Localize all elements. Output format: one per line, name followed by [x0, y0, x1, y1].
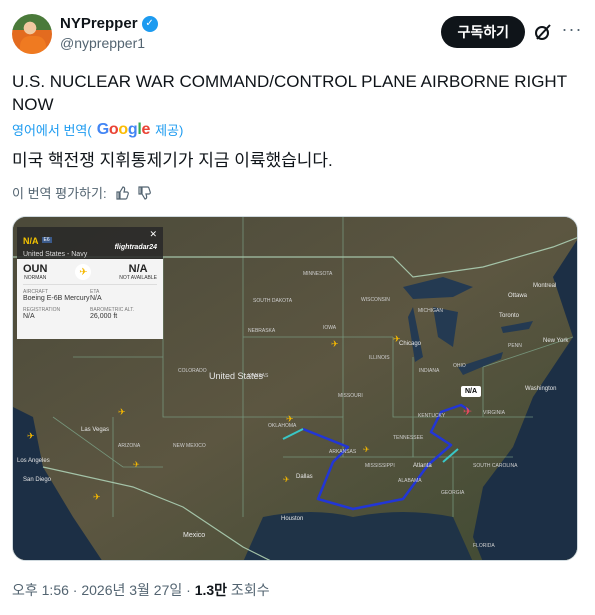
grok-icon[interactable]: [533, 22, 553, 42]
label-mexico: Mexico: [183, 532, 205, 539]
rate-label: 이 번역 평가하기:: [12, 186, 107, 201]
callsign: N/A: [23, 236, 39, 246]
user-handle[interactable]: @nyprepper1: [60, 35, 158, 51]
eta-value: N/A: [90, 295, 102, 302]
label-arkansas: ARKANSAS: [329, 449, 357, 455]
label-pennsylvania: PENN: [508, 343, 522, 349]
label-oklahoma: OKLAHOMA: [268, 423, 297, 429]
translate-prefix: 영어에서 번역(: [12, 123, 92, 138]
altitude-value: 26,000 ft: [90, 313, 118, 320]
label-illinois: ILLINOIS: [369, 355, 390, 361]
close-icon[interactable]: ✕: [149, 229, 157, 240]
label-ottawa: Ottawa: [508, 293, 528, 299]
google-logo: Google: [96, 120, 151, 138]
flight-info-panel[interactable]: N/A E6 United States - Navy flightradar24…: [17, 227, 163, 339]
label-mississippi: MISSISSIPPI: [365, 463, 395, 469]
timestamp[interactable]: 오후 1:56 · 2026년 3월 27일 ·: [12, 582, 195, 598]
plane-icon: ✈: [75, 264, 92, 280]
label-las-vegas: Las Vegas: [81, 427, 109, 433]
views-count: 1.3만: [194, 582, 228, 598]
aircraft-owner: United States - Navy: [23, 251, 88, 258]
translated-text: 미국 핵전쟁 지휘통제기가 지금 이륙했습니다.: [12, 151, 333, 170]
label-georgia: GEORGIA: [441, 490, 465, 496]
avatar[interactable]: [12, 14, 52, 54]
label-atlanta: Atlanta: [413, 463, 432, 469]
label-south-carolina: SOUTH CAROLINA: [473, 463, 518, 469]
svg-text:✈: ✈: [27, 431, 35, 441]
svg-text:✈: ✈: [118, 407, 126, 417]
thumbs-down-icon[interactable]: [137, 185, 151, 200]
label-south-dakota: SOUTH DAKOTA: [253, 298, 293, 304]
label-new-mexico: NEW MEXICO: [173, 443, 206, 449]
flight-info-body: OUN NORMAN ✈ N/A NOT AVAILABLE AIRCRAFT …: [17, 259, 163, 339]
label-iowa: IOWA: [323, 325, 337, 331]
destination-code: N/A: [128, 263, 148, 275]
thumbs-up-icon[interactable]: [115, 185, 129, 200]
registration-value: N/A: [23, 313, 35, 320]
label-toronto: Toronto: [499, 313, 520, 319]
label-florida: FLORIDA: [473, 543, 495, 549]
gulf-of-mexico: [243, 512, 473, 560]
label-washington: Washington: [525, 386, 556, 392]
display-name[interactable]: NYPrepper: [60, 15, 138, 32]
more-options-icon[interactable]: ···: [561, 20, 583, 42]
label-ohio: OHIO: [453, 363, 466, 369]
svg-text:✈: ✈: [363, 445, 370, 454]
tweet-text: U.S. NUCLEAR WAR COMMAND/CONTROL PLANE A…: [12, 72, 567, 114]
origin-name: NORMAN: [24, 275, 47, 281]
label-new-york: New York: [543, 338, 569, 344]
label-dallas: Dallas: [296, 474, 313, 480]
tweet-metadata: 오후 1:56 · 2026년 3월 27일 · 1.3만 조회수: [12, 580, 270, 600]
label-san-diego: San Diego: [23, 477, 52, 483]
author-info: NYPrepper ✓ @nyprepper1: [60, 15, 158, 51]
tracked-aircraft-icon[interactable]: ✈: [463, 406, 472, 418]
translation-credit[interactable]: 영어에서 번역( Google 제공): [12, 120, 183, 139]
translate-suffix: 제공): [155, 123, 184, 138]
origin-code: OUN: [23, 263, 48, 275]
label-minnesota: MINNESOTA: [303, 271, 333, 277]
destination-name: NOT AVAILABLE: [119, 275, 157, 281]
label-arizona: ARIZONA: [118, 443, 141, 449]
label-chicago: Chicago: [399, 341, 422, 347]
route-destination: N/A NOT AVAILABLE: [119, 263, 157, 281]
flight-info-header: N/A E6 United States - Navy flightradar24…: [17, 227, 163, 259]
flight-map-image[interactable]: ✈ ✈ ✈ ✈ ✈ ✈ ✈ ✈ ✈ ✈ MINNESOTA WISCONSIN …: [12, 216, 578, 561]
label-montreal: Montreal: [533, 283, 556, 289]
label-tennessee: TENNESSEE: [393, 435, 424, 441]
label-houston: Houston: [281, 516, 303, 522]
label-los-angeles: Los Angeles: [17, 458, 50, 464]
rate-translation: 이 번역 평가하기:: [12, 183, 151, 202]
label-nebraska: NEBRASKA: [248, 328, 276, 334]
subscribe-button[interactable]: 구독하기: [441, 16, 525, 48]
views-label: 조회수: [227, 582, 270, 598]
svg-text:✈: ✈: [93, 492, 101, 502]
label-wisconsin: WISCONSIN: [361, 297, 390, 303]
label-missouri: MISSOURI: [338, 393, 363, 399]
tweet-header: NYPrepper ✓ @nyprepper1 구독하기 ···: [12, 12, 583, 60]
label-virginia: VIRGINIA: [483, 410, 506, 416]
verified-badge-icon: ✓: [141, 15, 158, 32]
svg-text:✈: ✈: [331, 339, 339, 349]
route: OUN NORMAN ✈ N/A NOT AVAILABLE: [23, 263, 157, 285]
svg-text:✈: ✈: [133, 460, 140, 469]
aircraft-value: Boeing E-6B Mercury: [23, 295, 90, 302]
aircraft-type-badge: E6: [41, 236, 52, 243]
label-kentucky: KENTUCKY: [418, 413, 446, 419]
label-indiana: INDIANA: [419, 368, 440, 374]
tracked-aircraft-label[interactable]: N/A: [461, 386, 482, 397]
route-origin: OUN NORMAN: [23, 263, 47, 281]
label-alabama: ALABAMA: [398, 478, 422, 484]
svg-text:✈: ✈: [283, 475, 290, 484]
label-colorado: COLORADO: [178, 368, 207, 374]
label-kansas: KANSAS: [248, 373, 269, 379]
flightradar-logo: flightradar24: [114, 244, 157, 251]
flight-details: AIRCRAFT Boeing E-6B Mercury ETA N/A REG…: [23, 289, 157, 320]
label-michigan: MICHIGAN: [418, 308, 443, 314]
